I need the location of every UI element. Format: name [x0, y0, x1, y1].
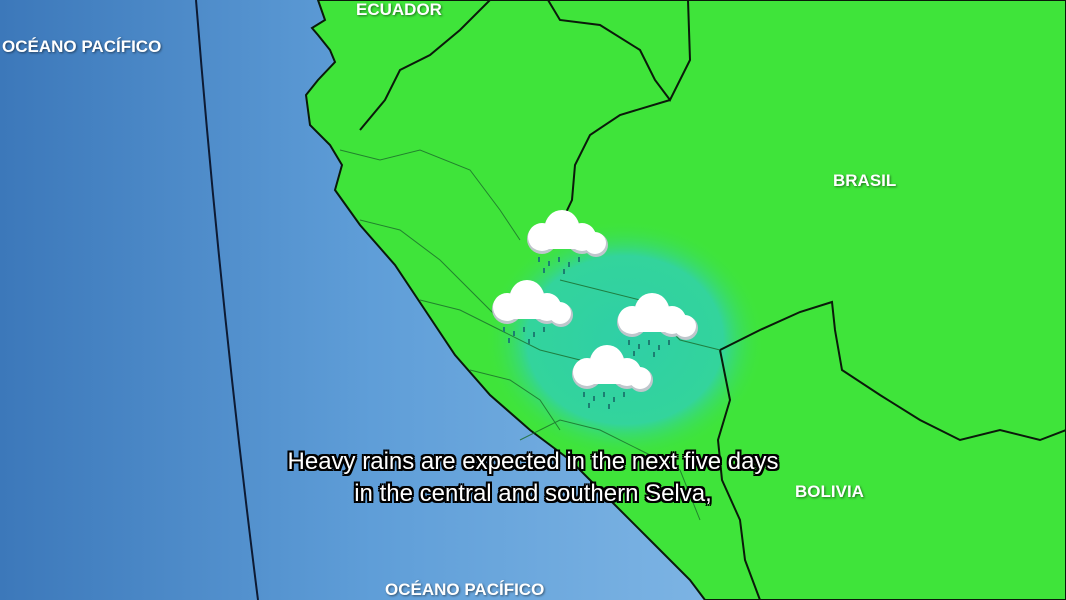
ocean-label-top: OCÉANO PACÍFICO	[2, 37, 162, 56]
brasil-label: BRASIL	[833, 171, 897, 190]
subtitle-line-1: Heavy rains are expected in the next fiv…	[287, 448, 779, 475]
ecuador-label: ECUADOR	[356, 0, 442, 19]
weather-map	[0, 0, 1066, 600]
ocean-label-bottom: OCÉANO PACÍFICO	[385, 580, 545, 599]
subtitle: Heavy rains are expected in the next fiv…	[0, 446, 1066, 510]
subtitle-line-2: in the central and southern Selva,	[354, 480, 712, 507]
